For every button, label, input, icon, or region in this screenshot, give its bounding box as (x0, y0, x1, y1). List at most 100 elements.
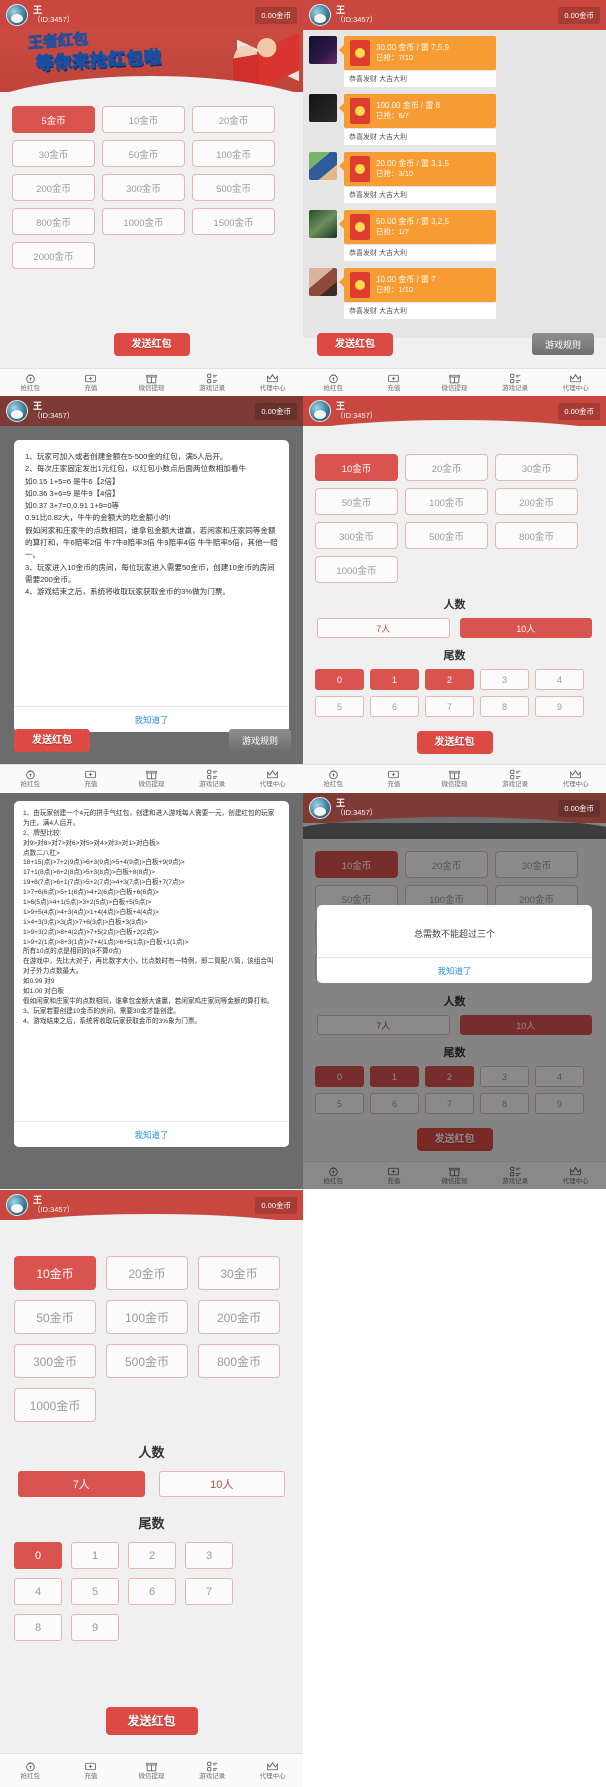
tail-option[interactable]: 3 (185, 1542, 233, 1569)
modal-overlay[interactable] (303, 823, 606, 1189)
amount-option[interactable]: 30金币 (495, 454, 578, 481)
tab-withdraw[interactable]: 微信提现 (424, 369, 485, 396)
packet-bubble[interactable]: 20.00 金币 / 雷 3,1,5 已抢：3/10 恭喜发财 大吉大利 (339, 152, 496, 203)
amount-option[interactable]: 5金币 (12, 106, 95, 133)
people-option[interactable]: 7人 (317, 618, 450, 638)
tail-option[interactable]: 3 (480, 669, 529, 690)
amount-option[interactable]: 200金币 (198, 1300, 280, 1334)
tail-option[interactable]: 4 (14, 1578, 62, 1605)
amount-option[interactable]: 20金币 (405, 454, 488, 481)
amount-option[interactable]: 10金币 (315, 454, 398, 481)
packet-card[interactable]: 30.00 金币 / 雷 7,5,9 已抢：7/10 (344, 36, 496, 70)
tail-option[interactable]: 6 (128, 1578, 176, 1605)
people-option[interactable]: 10人 (459, 618, 592, 638)
tab-red-packet[interactable]: 抢红包 (0, 765, 61, 792)
tab-records[interactable]: 游戏记录 (182, 369, 243, 396)
tail-option[interactable]: 6 (370, 696, 419, 717)
amount-option[interactable]: 100金币 (192, 140, 275, 167)
packet-bubble[interactable]: 10.00 金币 / 雷 7 已抢：1/10 恭喜发财 大吉大利 (339, 268, 496, 319)
amount-option[interactable]: 50金币 (14, 1300, 96, 1334)
tail-option[interactable]: 7 (425, 696, 474, 717)
send-packet-button[interactable]: 发送红包 (416, 731, 493, 754)
coin-balance-badge[interactable]: 0.00金币 (255, 402, 297, 420)
tab-recharge[interactable]: 充值 (61, 1754, 122, 1787)
tab-agent-crown[interactable]: 代理中心 (242, 369, 303, 396)
tail-option[interactable]: 9 (71, 1614, 119, 1641)
tab-withdraw[interactable]: 微信提现 (121, 1754, 182, 1787)
send-packet-button[interactable]: 发送红包 (14, 729, 90, 752)
ok-button[interactable]: 我知道了 (437, 965, 471, 977)
tab-withdraw[interactable]: 微信提现 (121, 765, 182, 792)
packet-card[interactable]: 50.00 金币 / 雷 3,2,5 已抢：1/7 (344, 210, 496, 244)
tail-option[interactable]: 9 (535, 696, 584, 717)
send-packet-button[interactable]: 发送红包 (105, 1707, 198, 1735)
tail-option[interactable]: 2 (128, 1542, 176, 1569)
amount-option[interactable]: 30金币 (198, 1256, 280, 1290)
tab-red-packet[interactable]: 抢红包 (0, 369, 61, 396)
packet-feed-item[interactable]: 100.00 金币 / 雷 8 已抢：6/7 恭喜发财 大吉大利 (309, 94, 600, 145)
tab-recharge[interactable]: 充值 (364, 765, 425, 792)
amount-option[interactable]: 800金币 (495, 522, 578, 549)
amount-option[interactable]: 30金币 (12, 140, 95, 167)
people-option[interactable]: 10人 (158, 1471, 285, 1497)
packet-bubble[interactable]: 100.00 金币 / 雷 8 已抢：6/7 恭喜发财 大吉大利 (339, 94, 496, 145)
send-packet-button[interactable]: 发送红包 (113, 333, 190, 356)
tail-option[interactable]: 2 (425, 669, 474, 690)
amount-option[interactable]: 1000金币 (14, 1388, 96, 1422)
amount-option[interactable]: 2000金币 (12, 242, 95, 269)
amount-option[interactable]: 300金币 (102, 174, 185, 201)
coin-balance-badge[interactable]: 0.00金币 (558, 799, 600, 817)
packet-card[interactable]: 10.00 金币 / 雷 7 已抢：1/10 (344, 268, 496, 302)
coin-balance-badge[interactable]: 0.00金币 (558, 6, 600, 24)
tail-option[interactable]: 8 (14, 1614, 62, 1641)
coin-balance-badge[interactable]: 0.00金币 (558, 402, 600, 420)
amount-option[interactable]: 50金币 (315, 488, 398, 515)
amount-option[interactable]: 800金币 (12, 208, 95, 235)
tab-red-packet[interactable]: 抢红包 (303, 765, 364, 792)
people-option[interactable]: 7人 (18, 1471, 145, 1497)
amount-option[interactable]: 300金币 (315, 522, 398, 549)
tail-option[interactable]: 0 (14, 1542, 62, 1569)
tail-option[interactable]: 5 (71, 1578, 119, 1605)
amount-option[interactable]: 200金币 (12, 174, 95, 201)
tab-red-packet[interactable]: 抢红包 (0, 1754, 61, 1787)
tail-option[interactable]: 1 (71, 1542, 119, 1569)
amount-option[interactable]: 500金币 (405, 522, 488, 549)
packet-feed-item[interactable]: 10.00 金币 / 雷 7 已抢：1/10 恭喜发财 大吉大利 (309, 268, 600, 319)
tail-option[interactable]: 8 (480, 696, 529, 717)
ok-button[interactable]: 我知道了 (134, 714, 168, 726)
tab-withdraw[interactable]: 微信提现 (121, 369, 182, 396)
tab-records[interactable]: 游戏记录 (182, 765, 243, 792)
packet-card[interactable]: 20.00 金币 / 雷 3,1,5 已抢：3/10 (344, 152, 496, 186)
tail-option[interactable]: 7 (185, 1578, 233, 1605)
tail-option[interactable]: 4 (535, 669, 584, 690)
tail-option[interactable]: 5 (315, 696, 364, 717)
coin-balance-badge[interactable]: 0.00金币 (255, 1196, 297, 1214)
amount-option[interactable]: 500金币 (106, 1344, 188, 1378)
tab-recharge[interactable]: 充值 (364, 369, 425, 396)
amount-option[interactable]: 300金币 (14, 1344, 96, 1378)
amount-option[interactable]: 20金币 (106, 1256, 188, 1290)
packet-bubble[interactable]: 50.00 金币 / 雷 3,2,5 已抢：1/7 恭喜发财 大吉大利 (339, 210, 496, 261)
amount-option[interactable]: 1500金币 (192, 208, 275, 235)
amount-option[interactable]: 100金币 (106, 1300, 188, 1334)
packet-feed-list[interactable]: 30.00 金币 / 雷 7,5,9 已抢：7/10 恭喜发财 大吉大利 100.00… (303, 30, 606, 338)
amount-option[interactable]: 10金币 (14, 1256, 96, 1290)
ok-button[interactable]: 我知道了 (134, 1129, 168, 1141)
tail-option[interactable]: 0 (315, 669, 364, 690)
tab-agent-crown[interactable]: 代理中心 (545, 765, 606, 792)
coin-balance-badge[interactable]: 0.00金币 (255, 6, 297, 24)
tab-records[interactable]: 游戏记录 (485, 765, 546, 792)
tail-option[interactable]: 1 (370, 669, 419, 690)
tab-agent-crown[interactable]: 代理中心 (545, 369, 606, 396)
tab-agent-crown[interactable]: 代理中心 (242, 1754, 303, 1787)
packet-bubble[interactable]: 30.00 金币 / 雷 7,5,9 已抢：7/10 恭喜发财 大吉大利 (339, 36, 496, 87)
amount-option[interactable]: 1000金币 (315, 556, 398, 583)
amount-option[interactable]: 10金币 (102, 106, 185, 133)
send-packet-button[interactable]: 发送红包 (317, 333, 393, 356)
amount-option[interactable]: 500金币 (192, 174, 275, 201)
tab-recharge[interactable]: 充值 (61, 765, 122, 792)
tab-red-packet[interactable]: 抢红包 (303, 369, 364, 396)
tab-records[interactable]: 游戏记录 (182, 1754, 243, 1787)
tab-withdraw[interactable]: 微信提现 (424, 765, 485, 792)
